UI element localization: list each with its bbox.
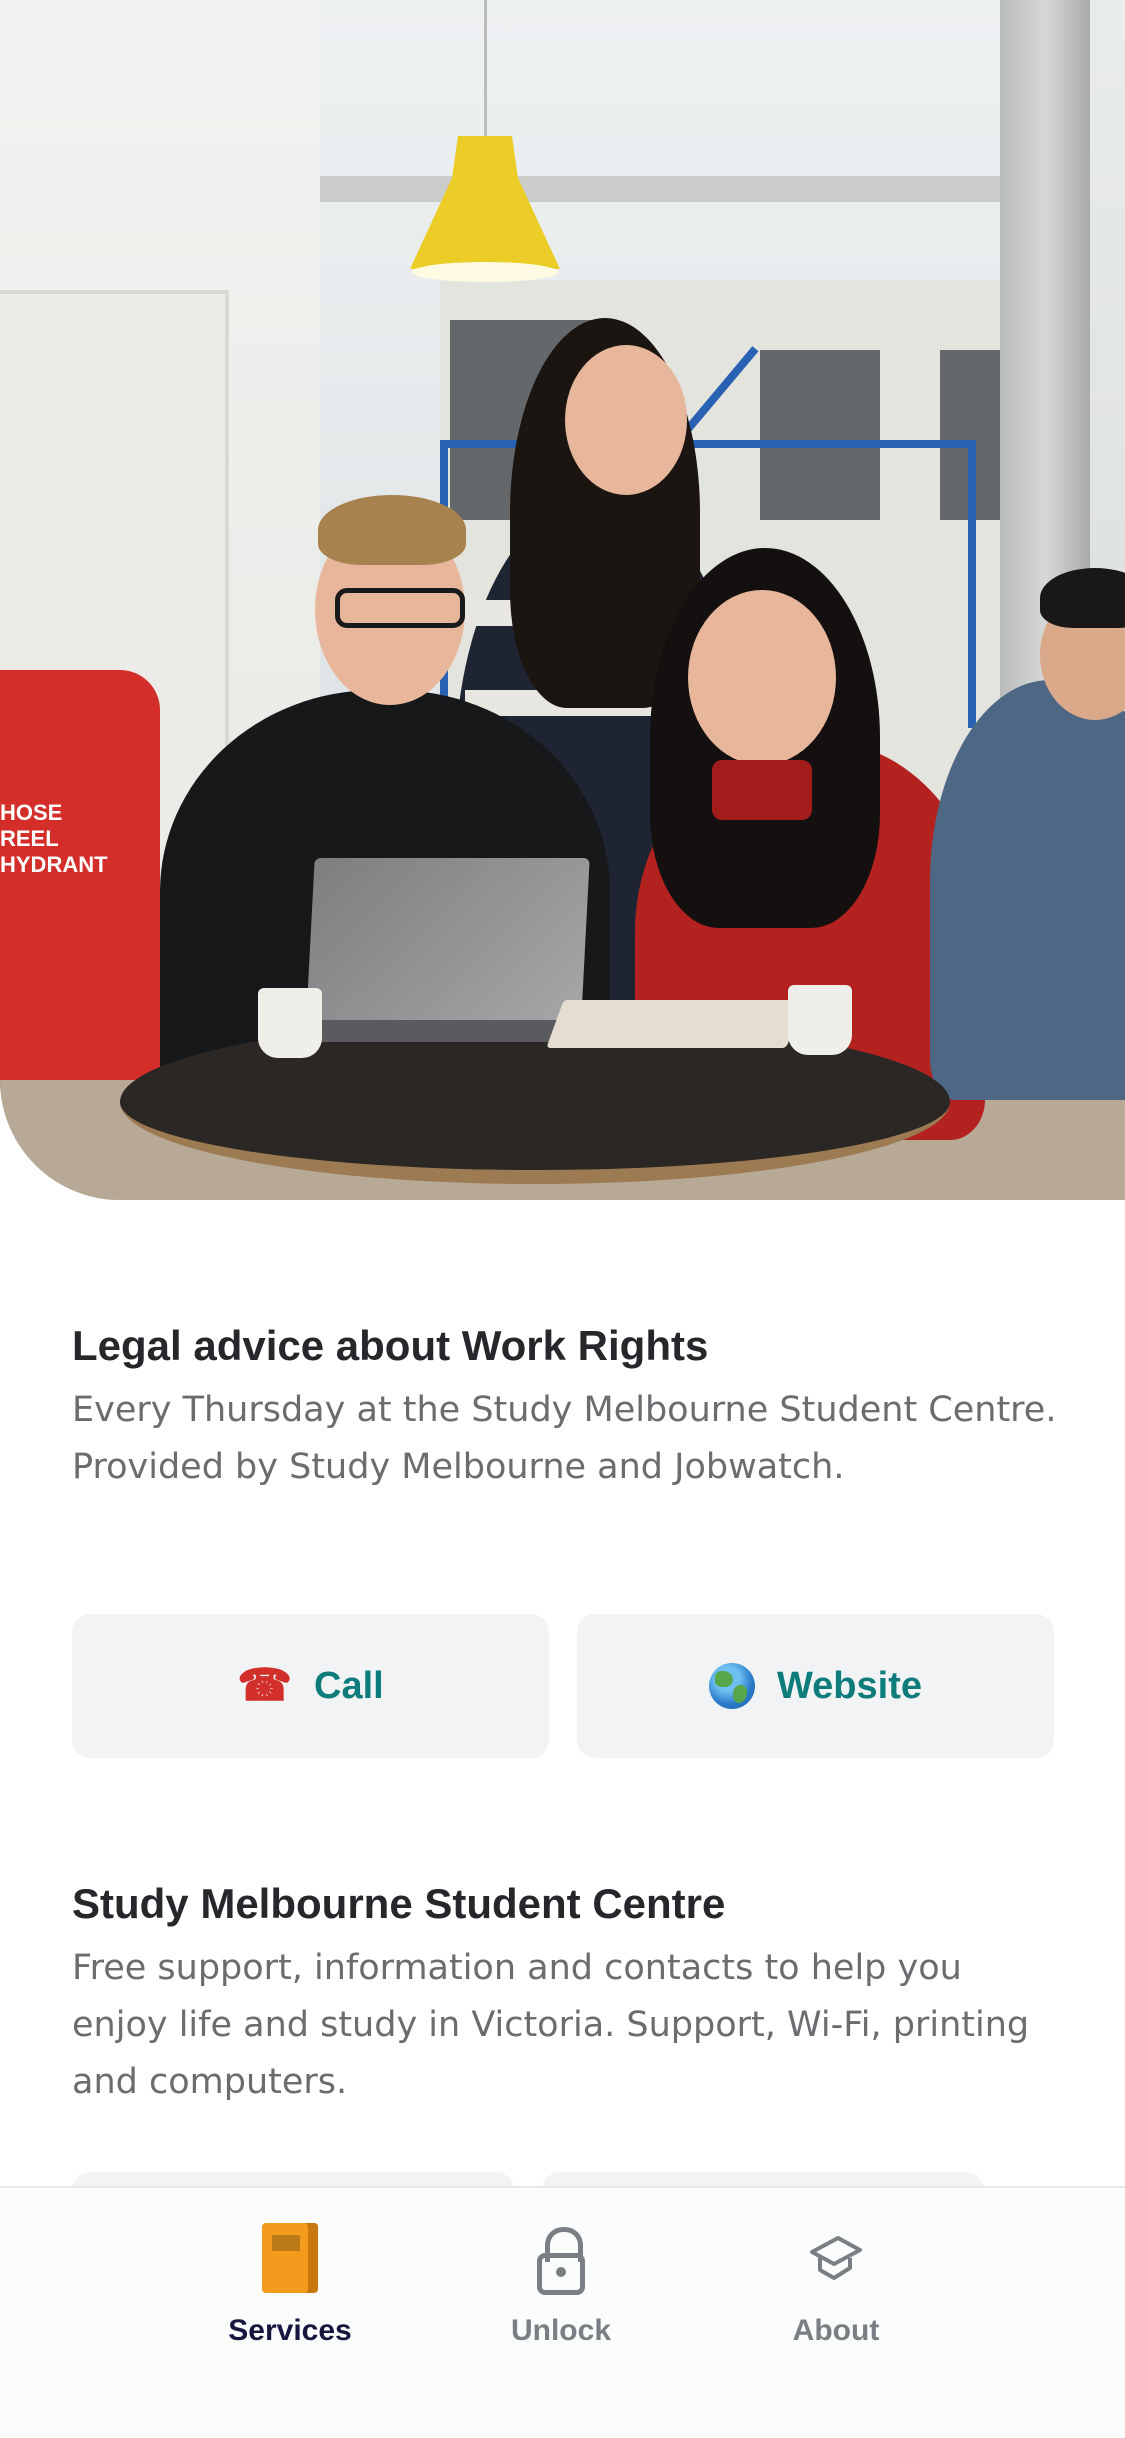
lock-icon — [537, 2227, 585, 2295]
website-button-label: Website — [776, 1664, 922, 1707]
tab-unlock-label: Unlock — [510, 2314, 612, 2347]
tab-unlock[interactable]: Unlock — [461, 2222, 661, 2348]
service-title: Legal advice about Work Rights — [72, 1322, 709, 1369]
tab-services[interactable]: Services — [190, 2222, 390, 2348]
tab-services-label: Services — [228, 2314, 352, 2347]
service-card-legal-advice: Legal advice about Work Rights Every Thu… — [72, 1320, 1062, 1496]
globe-icon — [708, 1663, 755, 1709]
service-description: Every Thursday at the Study Melbourne St… — [72, 1390, 1057, 1487]
call-button-label: Call — [314, 1664, 384, 1707]
fire-hydrant — [0, 670, 160, 1090]
graduation-cap-icon — [810, 2236, 862, 2280]
service-card-student-centre: Study Melbourne Student Centre Free supp… — [72, 1878, 1062, 2111]
book-icon — [262, 2223, 318, 2293]
service-title: Study Melbourne Student Centre — [72, 1880, 726, 1927]
tab-bar: Services Unlock About — [0, 2186, 1125, 2438]
call-button[interactable]: ☎ Call — [72, 1614, 549, 1758]
tab-about-label: About — [792, 2314, 880, 2347]
laptop — [305, 858, 590, 1038]
website-button[interactable]: Website — [577, 1614, 1054, 1758]
service-description: Free support, information and contacts t… — [72, 1948, 1030, 2102]
tab-about[interactable]: About — [736, 2222, 936, 2348]
hydrant-label: HOSE REEL HYDRANT — [0, 800, 108, 877]
telephone-icon: ☎ — [237, 1661, 293, 1710]
hero-photo: HOSE REEL HYDRANT — [0, 0, 1125, 1200]
service-actions: ☎ Call Website — [72, 1614, 1054, 1758]
